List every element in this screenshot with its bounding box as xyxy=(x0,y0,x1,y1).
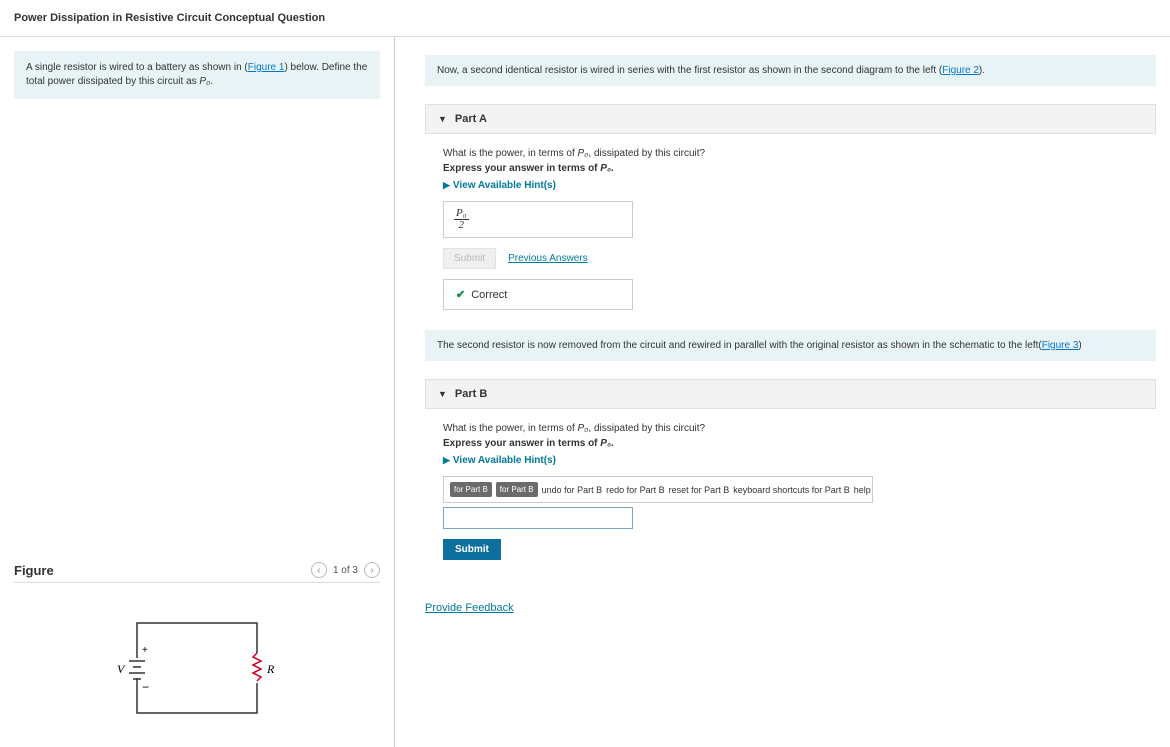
correct-label: Correct xyxy=(471,289,507,301)
context-a-pre: Now, a second identical resistor is wire… xyxy=(437,65,942,76)
right-panel: Now, a second identical resistor is wire… xyxy=(395,37,1170,747)
context-b-pre: The second resistor is now removed from … xyxy=(437,340,1042,351)
page-title: Power Dissipation in Resistive Circuit C… xyxy=(0,0,1170,37)
problem-intro: A single resistor is wired to a battery … xyxy=(14,51,380,99)
pa-q1-pre: What is the power, in terms of xyxy=(443,148,578,159)
context-a-post: ). xyxy=(979,65,985,76)
pb-q1-pre: What is the power, in terms of xyxy=(443,423,578,434)
provide-feedback-link[interactable]: Provide Feedback xyxy=(425,602,514,614)
part-a-label: Part A xyxy=(455,113,487,125)
part-a-previous-answers[interactable]: Previous Answers xyxy=(508,253,587,264)
minus-label: − xyxy=(142,680,149,694)
pa-q2-post: . xyxy=(611,163,614,174)
part-a-hints[interactable]: ▶View Available Hint(s) xyxy=(443,180,1150,191)
figure-area: Figure ‹ 1 of 3 › V + xyxy=(14,562,380,733)
triangle-right-icon: ▶ xyxy=(443,455,450,465)
context-b: The second resistor is now removed from … xyxy=(425,330,1156,361)
figure-page-indicator: 1 of 3 xyxy=(333,565,358,576)
part-b-submit-button[interactable]: Submit xyxy=(443,539,501,560)
check-icon: ✔ xyxy=(456,288,465,301)
part-b-label: Part B xyxy=(455,388,487,400)
pa-q1-var: P₀ xyxy=(578,148,589,159)
battery-label: V xyxy=(117,662,126,676)
circuit-figure: V + − R xyxy=(14,603,380,733)
pa-ans-bot: 2 xyxy=(454,220,469,231)
figure3-link[interactable]: Figure 3 xyxy=(1042,340,1079,351)
pa-q2-pre: Express your answer in terms of xyxy=(443,163,600,174)
pb-q1-post: , dissipated by this circuit? xyxy=(588,423,705,434)
resistor-label: R xyxy=(266,662,275,676)
toolbar-btn-2[interactable]: for Part B xyxy=(496,482,538,497)
figure-pager: ‹ 1 of 3 › xyxy=(311,562,380,578)
part-b-body: What is the power, in terms of P₀, dissi… xyxy=(425,423,1156,580)
intro-var: P₀ xyxy=(199,76,210,87)
part-a-body: What is the power, in terms of P₀, dissi… xyxy=(425,148,1156,330)
left-panel: A single resistor is wired to a battery … xyxy=(0,37,395,747)
figure-heading: Figure xyxy=(14,563,54,578)
toolbar-btn-1[interactable]: for Part B xyxy=(450,482,492,497)
context-b-post: ) xyxy=(1078,340,1081,351)
figure1-link[interactable]: Figure 1 xyxy=(248,62,285,73)
pb-hints-label: View Available Hint(s) xyxy=(453,455,556,466)
part-a-submit-button: Submit xyxy=(443,248,496,269)
caret-down-icon: ▼ xyxy=(438,389,447,399)
pb-q2-pre: Express your answer in terms of xyxy=(443,438,600,449)
part-b-answer-input[interactable] xyxy=(443,507,633,529)
toolbar-redo[interactable]: redo for Part B xyxy=(606,485,665,495)
pa-hints-label: View Available Hint(s) xyxy=(453,180,556,191)
pb-q2-var: P₀ xyxy=(600,438,611,449)
pb-q2-post: . xyxy=(611,438,614,449)
intro-end: . xyxy=(210,76,213,87)
toolbar-undo[interactable]: undo for Part B xyxy=(542,485,603,495)
pa-q1-post: , dissipated by this circuit? xyxy=(588,148,705,159)
figure-next-button[interactable]: › xyxy=(364,562,380,578)
triangle-right-icon: ▶ xyxy=(443,180,450,190)
context-a: Now, a second identical resistor is wire… xyxy=(425,55,1156,86)
figure-prev-button[interactable]: ‹ xyxy=(311,562,327,578)
equation-toolbar: for Part B for Part B undo for Part B re… xyxy=(443,476,873,503)
toolbar-help[interactable]: help for Part B xyxy=(854,485,873,495)
intro-text-pre: A single resistor is wired to a battery … xyxy=(26,62,248,73)
toolbar-keyboard[interactable]: keyboard shortcuts for Part B xyxy=(733,485,850,495)
pb-q1-var: P₀ xyxy=(578,423,589,434)
part-a-header[interactable]: ▼ Part A xyxy=(425,104,1156,134)
figure2-link[interactable]: Figure 2 xyxy=(942,65,979,76)
part-a-correct-badge: ✔ Correct xyxy=(443,279,633,310)
part-b-hints[interactable]: ▶View Available Hint(s) xyxy=(443,455,1150,466)
part-b-header[interactable]: ▼ Part B xyxy=(425,379,1156,409)
part-a-answer-display: P₀2 xyxy=(443,201,633,238)
pa-q2-var: P₀ xyxy=(600,163,611,174)
plus-label: + xyxy=(142,645,148,656)
caret-down-icon: ▼ xyxy=(438,114,447,124)
toolbar-reset[interactable]: reset for Part B xyxy=(669,485,730,495)
